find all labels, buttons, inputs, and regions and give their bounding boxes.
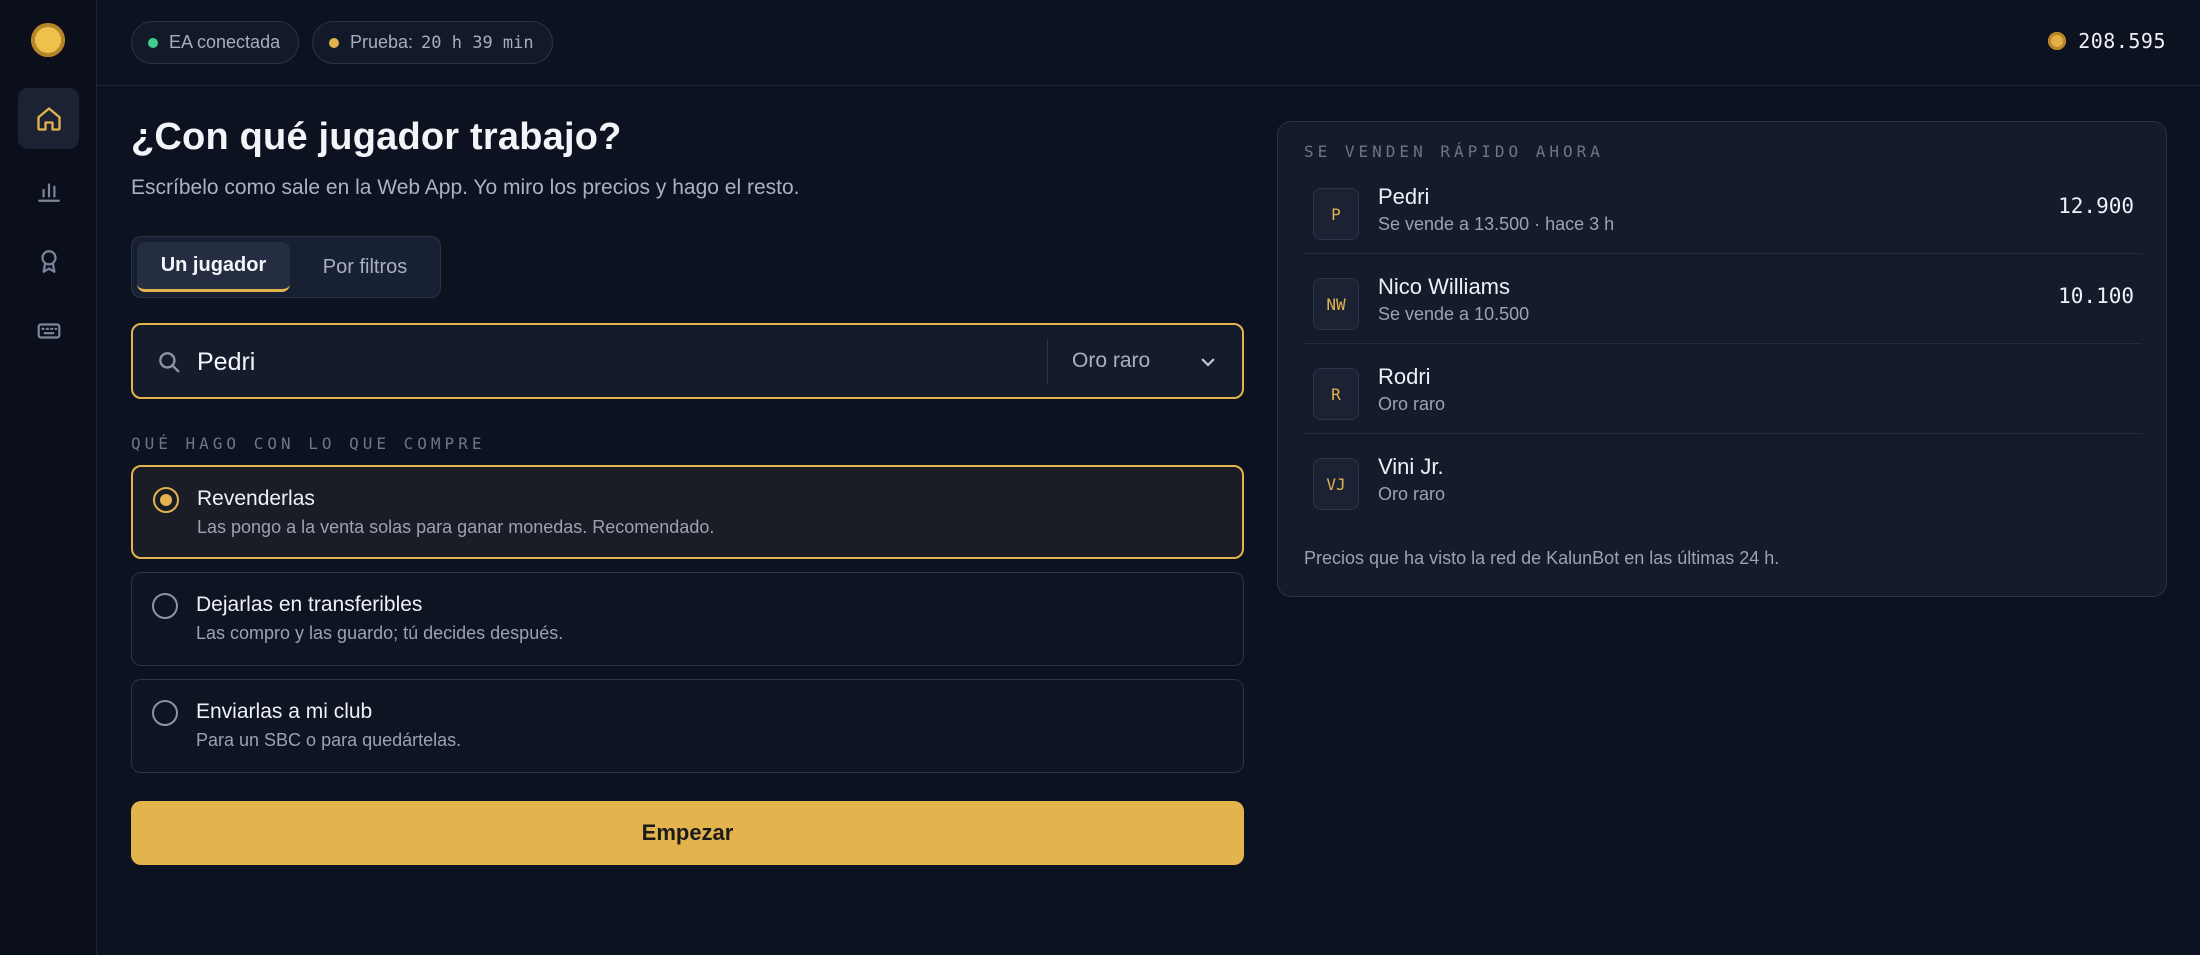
- tab-filters[interactable]: Por filtros: [294, 242, 436, 292]
- nav-keyboard[interactable]: [18, 300, 79, 361]
- chevron-down-icon[interactable]: [1199, 353, 1217, 376]
- option-send-club[interactable]: Enviarlas a mi club Para un SBC o para q…: [131, 679, 1244, 773]
- logo-icon: [31, 23, 65, 57]
- option-title: Revenderlas: [197, 487, 315, 510]
- ea-status-text: EA conectada: [169, 32, 281, 52]
- player-avatar: NW: [1313, 278, 1359, 330]
- ea-status-badge: EA conectada: [131, 21, 300, 64]
- player-name: Pedri: [1378, 184, 1430, 209]
- player-row[interactable]: VJ Vini Jr. Oro raro: [1304, 434, 2142, 524]
- player-avatar: R: [1313, 368, 1359, 420]
- option-title: Enviarlas a mi club: [196, 700, 373, 723]
- player-sub: Se vende a 10.500: [1378, 304, 1530, 324]
- player-row[interactable]: NW Nico Williams Se vende a 10.500 10.10…: [1304, 254, 2142, 344]
- quality-select[interactable]: Oro raro: [1072, 349, 1150, 373]
- coin-icon: [2048, 32, 2067, 50]
- page-subtitle: Escríbelo como sale en la Web App. Yo mi…: [131, 176, 800, 199]
- option-keep-transferable[interactable]: Dejarlas en transferibles Las compro y l…: [131, 572, 1244, 666]
- player-search: Oro raro: [131, 323, 1244, 399]
- keyboard-icon: [36, 318, 62, 344]
- home-icon: [35, 105, 63, 133]
- trial-dot-icon: [329, 37, 339, 48]
- nav-home[interactable]: [18, 88, 79, 149]
- player-sub: Se vende a 13.500 · hace 3 h: [1378, 214, 1615, 234]
- award-icon: [36, 248, 62, 274]
- panel-label: SE VENDEN RÁPIDO AHORA: [1304, 142, 1604, 161]
- search-icon: [156, 349, 182, 380]
- option-title: Dejarlas en transferibles: [196, 593, 423, 616]
- player-name: Rodri: [1378, 364, 1431, 389]
- nav-awards[interactable]: [18, 230, 79, 291]
- player-row[interactable]: R Rodri Oro raro: [1304, 344, 2142, 434]
- radio-resell[interactable]: [153, 487, 179, 513]
- tab-single-player[interactable]: Un jugador: [137, 242, 290, 292]
- bar-chart-icon: [36, 178, 62, 204]
- player-row[interactable]: P Pedri Se vende a 13.500 · hace 3 h 12.…: [1304, 164, 2142, 254]
- option-desc: Para un SBC o para quedártelas.: [196, 730, 462, 750]
- player-price: 12.900: [2058, 194, 2134, 218]
- section-label: QUÉ HAGO CON LO QUE COMPRE: [131, 434, 486, 453]
- option-desc: Las compro y las guardo; tú decides desp…: [196, 623, 564, 643]
- trial-label: Prueba:: [350, 32, 414, 52]
- trial-time: 20 h 39 min: [421, 32, 534, 53]
- status-dot-icon: [148, 37, 158, 48]
- option-desc: Las pongo a la venta solas para ganar mo…: [197, 517, 715, 537]
- page-title: ¿Con qué jugador trabajo?: [131, 116, 622, 158]
- mode-tabs: Un jugador Por filtros: [131, 236, 441, 298]
- player-avatar: VJ: [1313, 458, 1359, 510]
- coin-balance: 208.595: [2048, 29, 2166, 53]
- coin-amount: 208.595: [2078, 29, 2166, 53]
- search-input[interactable]: [197, 343, 997, 381]
- player-name: Nico Williams: [1378, 274, 1510, 299]
- fast-selling-panel: SE VENDEN RÁPIDO AHORA P Pedri Se vende …: [1277, 121, 2167, 597]
- player-name: Vini Jr.: [1378, 454, 1444, 479]
- topbar: EA conectada Prueba: 20 h 39 min 208.595: [97, 0, 2200, 86]
- start-button[interactable]: Empezar: [131, 801, 1244, 865]
- trial-badge: Prueba: 20 h 39 min: [312, 21, 553, 64]
- search-divider: [1047, 340, 1048, 384]
- player-sub: Oro raro: [1378, 394, 1446, 414]
- player-sub: Oro raro: [1378, 484, 1446, 504]
- option-resell[interactable]: Revenderlas Las pongo a la venta solas p…: [131, 465, 1244, 559]
- player-avatar: P: [1313, 188, 1359, 240]
- player-price: 10.100: [2058, 284, 2134, 308]
- panel-footer: Precios que ha visto la red de KalunBot …: [1304, 548, 1780, 568]
- sidebar: [0, 0, 97, 955]
- radio-keep-transferable[interactable]: [152, 593, 178, 619]
- nav-stats[interactable]: [18, 160, 79, 221]
- radio-send-club[interactable]: [152, 700, 178, 726]
